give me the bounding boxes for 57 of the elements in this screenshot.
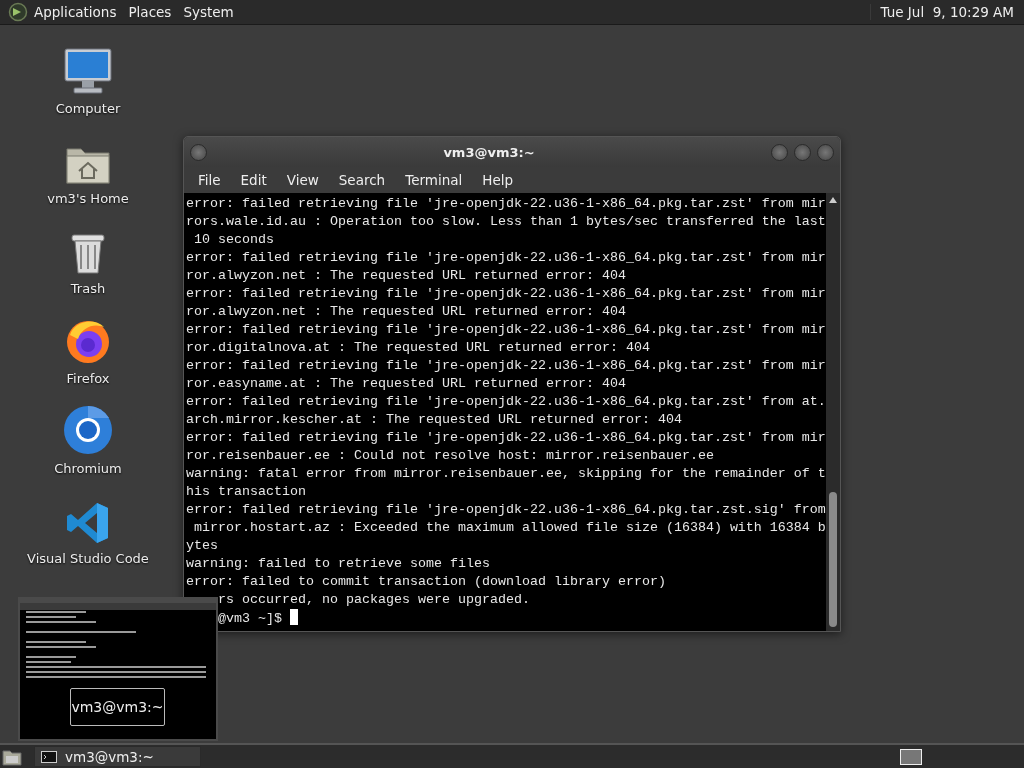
terminal-line: ror.digitalnova.at : The requested URL returned error: 404 (186, 340, 650, 355)
window-title: vm3@vm3:~ (442, 144, 536, 160)
scrollbar-thumb[interactable] (829, 492, 837, 627)
icon-label[interactable]: Chromium (54, 461, 122, 476)
monitor-icon[interactable] (63, 47, 113, 95)
terminal-line: ytes (186, 538, 218, 553)
terminal-line: mirror.hostart.az : Exceeded the maximum allowed file size (16384) with 16384 b (193, 520, 826, 535)
taskbar-button[interactable]: vm3@vm3:~ (34, 746, 201, 767)
terminal-line: error: failed retrieving file 'jre-openjdk-22.u36-1-x86_64.pkg.tar.zst.sig' from (186, 502, 826, 517)
panel-menu[interactable]: System (177, 4, 240, 20)
terminal-line: error: failed retrieving file 'jre-openjdk-22.u36-1-x86_64.pkg.tar.zst' from mir (186, 358, 826, 373)
panel-menu[interactable]: Places (122, 4, 178, 20)
minimize-button[interactable] (771, 143, 788, 161)
close-button[interactable] (817, 143, 834, 161)
show-desktop-icon[interactable] (2, 747, 22, 766)
terminal-line: rors.wale.id.au : Operation too slow. Less than 1 bytes/sec transferred the last (186, 214, 826, 229)
terminal-line: error: failed retrieving file 'jre-openjdk-22.u36-1-x86_64.pkg.tar.zst' from mir (186, 250, 826, 265)
terminal-line: his transaction (186, 484, 306, 499)
terminal-line: 10 seconds (193, 232, 274, 247)
menu-item[interactable]: Edit (230, 172, 277, 188)
ribbon-logo-icon[interactable] (66, 501, 110, 545)
terminal-line: warning: failed to retrieve some files (186, 556, 490, 571)
terminal-line: error: failed retrieving file 'jre-openjdk-22.u36-1-x86_64.pkg.tar.zst' from mir (186, 430, 826, 445)
icon-label[interactable]: vm3's Home (47, 191, 129, 206)
terminal-line: ror.alwyzon.net : The requested URL returned error: 404 (186, 268, 626, 283)
workspace-switcher[interactable] (900, 748, 922, 765)
terminal-line: error: failed retrieving file 'jre-openjdk-22.u36-1-x86_64.pkg.tar.zst' from mir (186, 322, 826, 337)
panel-menu[interactable]: Applications (28, 4, 123, 20)
terminal-line: error: failed to commit transaction (download library error) (186, 574, 666, 589)
menu-item[interactable]: Help (472, 172, 524, 188)
menu-item[interactable]: View (276, 172, 329, 188)
terminal-line: ror.alwyzon.net : The requested URL returned error: 404 (186, 304, 626, 319)
clock[interactable]: Tue Jul 9, 10:29 AM (869, 4, 1016, 20)
maximize-button[interactable] (794, 143, 811, 161)
icon-label[interactable]: Visual Studio Code (27, 551, 149, 566)
menu-item[interactable]: Search (328, 172, 396, 188)
terminal-line: rs occurred, no packages were upgraded. (218, 592, 530, 607)
terminal-icon (41, 750, 57, 763)
terminal-line: @vm3 ~]$ (218, 611, 282, 626)
terminal-line: warning: fatal error from mirror.reisenbauer.ee, skipping for the remainder of t (186, 466, 826, 481)
scroll-up-icon[interactable] (829, 197, 837, 203)
icon-label[interactable]: Computer (55, 101, 121, 116)
terminal-line: error: failed retrieving file 'jre-openjdk-22.u36-1-x86_64.pkg.tar.zst' from mir (186, 196, 826, 211)
terminal-line: error: failed retrieving file 'jre-openjdk-22.u36-1-x86_64.pkg.tar.zst' from mir (186, 286, 826, 301)
menu-item[interactable]: File (188, 172, 231, 188)
preview-label: vm3@vm3:~ (70, 688, 165, 726)
menu-item[interactable]: Terminal (395, 172, 473, 188)
terminal-line: arch.mirror.kescher.at : The requested URL returned error: 404 (186, 412, 682, 427)
terminal-line: ror.reisenbauer.ee : Could not resolve host: mirror.reisenbauer.ee (186, 448, 714, 463)
terminal-line: ror.easyname.at : The requested URL returned error: 404 (186, 376, 626, 391)
trash-can-icon[interactable] (69, 231, 107, 275)
app-menu-icon[interactable] (8, 2, 28, 22)
ring-logo-icon[interactable] (63, 405, 113, 455)
window-menu-button[interactable] (190, 143, 207, 161)
icon-label[interactable]: Trash (70, 281, 106, 296)
icon-label[interactable]: Firefox (66, 371, 110, 386)
terminal-line: error: failed retrieving file 'jre-openjdk-22.u36-1-x86_64.pkg.tar.zst' from at. (186, 394, 826, 409)
